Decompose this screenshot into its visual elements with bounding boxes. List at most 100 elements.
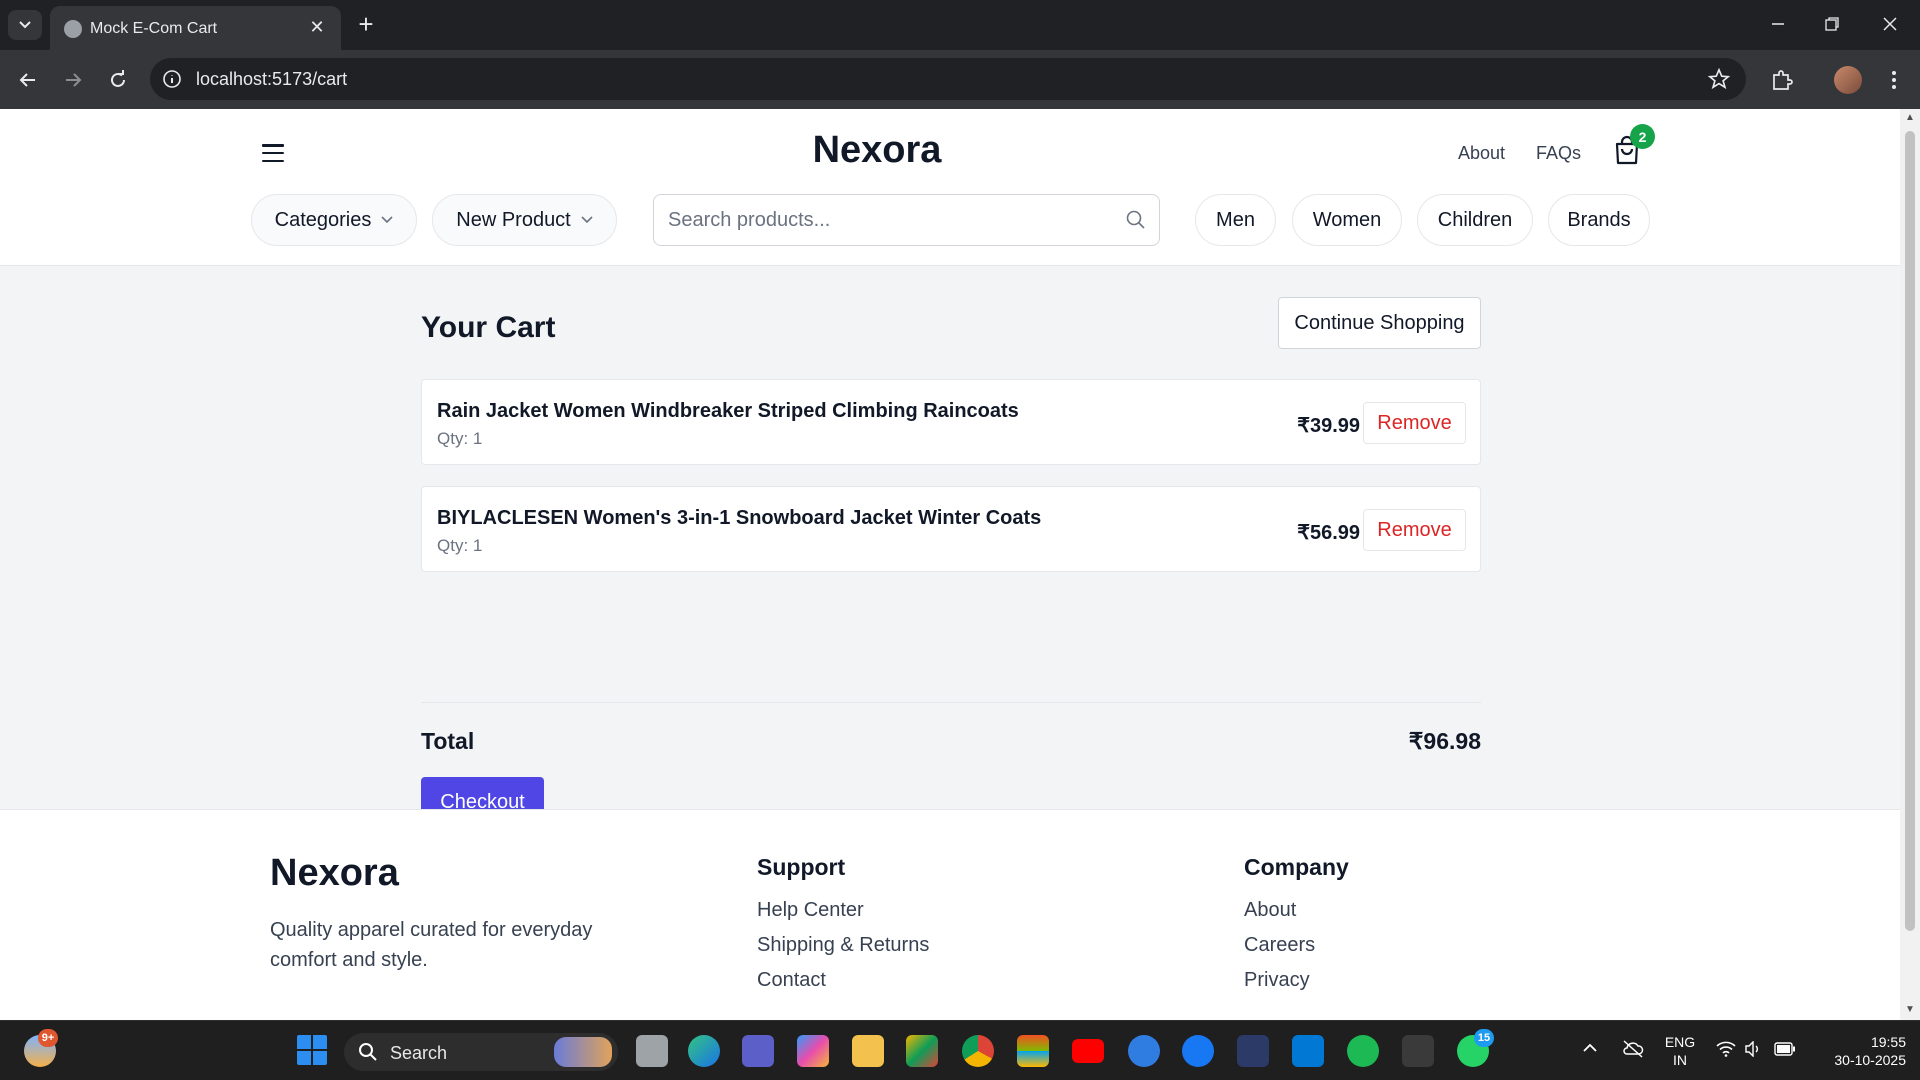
task-view-icon[interactable] [636,1035,668,1067]
categories-label: Categories [274,208,372,231]
footer-link-contact[interactable]: Contact [757,969,826,992]
browser-tab[interactable]: Mock E-Com Cart ✕ [50,6,341,50]
arrow-left-icon [19,73,35,87]
nav-link-about[interactable]: About [1458,143,1505,164]
browser-menu-button[interactable] [1878,64,1910,96]
footer-support-title: Support [757,854,846,880]
close-icon [1883,17,1897,31]
tab-search-button[interactable] [8,10,42,40]
language-label: ENG [1664,1034,1696,1050]
chrome-icon[interactable] [962,1035,994,1067]
search-highlight-icon [554,1037,612,1067]
item-price: ₹39.99 [1297,415,1360,437]
windows-start-icon[interactable] [297,1035,327,1065]
browser-toolbar: localhost:5173/cart [0,50,1920,109]
browser-tab-bar: Mock E-Com Cart ✕ + [0,0,1920,50]
footer-link-careers[interactable]: Careers [1244,934,1315,957]
item-name: BIYLACLESEN Women's 3-in-1 Snowboard Jac… [437,507,1042,529]
footer-link-about[interactable]: About [1244,899,1296,922]
microsoft-store-icon[interactable] [1017,1035,1049,1067]
app-icon[interactable] [906,1035,938,1067]
minimize-icon [1772,23,1784,25]
search-box [653,194,1160,246]
filter-children[interactable]: Children [1417,194,1533,246]
star-icon[interactable] [1708,68,1730,90]
footer-link-help-center[interactable]: Help Center [757,899,864,922]
more-vertical-icon [1892,71,1896,89]
footer-tagline: Quality apparel curated for everyday com… [270,919,593,971]
filter-brands[interactable]: Brands [1548,194,1650,246]
sql-server-icon[interactable] [1237,1035,1269,1067]
vertical-scrollbar[interactable]: ▲ ▼ [1900,109,1920,1020]
youtube-icon[interactable] [1072,1039,1104,1063]
scroll-down-arrow[interactable]: ▼ [1905,1005,1915,1015]
profile-avatar[interactable] [1834,66,1862,94]
total-label: Total [421,728,475,754]
teams-icon[interactable] [742,1035,774,1067]
clock-date: 30-10-2025 [1834,1052,1906,1068]
spotify-icon[interactable] [1347,1035,1379,1067]
file-explorer-icon[interactable] [852,1035,884,1067]
help-icon[interactable] [1128,1035,1160,1067]
footer-brand: Nexora [270,852,399,894]
whatsapp-badge: 15 [1474,1029,1494,1047]
battery-icon[interactable] [1774,1042,1796,1056]
copilot-icon[interactable] [797,1035,829,1067]
chevron-up-icon[interactable] [1582,1043,1598,1053]
close-tab-icon[interactable]: ✕ [307,17,327,37]
new-product-dropdown[interactable]: New Product [432,194,617,246]
filter-women[interactable]: Women [1292,194,1402,246]
cart-item: BIYLACLESEN Women's 3-in-1 Snowboard Jac… [421,486,1481,572]
info-icon[interactable] [162,69,182,89]
item-qty: Qty: 1 [437,536,483,555]
footer-link-privacy[interactable]: Privacy [1244,969,1310,992]
categories-dropdown[interactable]: Categories [251,194,417,246]
reload-button[interactable] [102,64,134,96]
address-bar[interactable]: localhost:5173/cart [150,58,1746,100]
search-input[interactable] [668,195,1108,245]
divider [421,702,1481,703]
remove-button[interactable]: Remove [1363,402,1466,444]
tab-title: Mock E-Com Cart [90,20,218,37]
restore-button[interactable] [1810,8,1854,40]
footer-link-shipping-returns[interactable]: Shipping & Returns [757,934,929,957]
minimize-button[interactable] [1756,8,1800,40]
cloud-off-icon[interactable] [1622,1039,1644,1059]
app-cube-icon[interactable] [1402,1035,1434,1067]
nav-link-faqs[interactable]: FAQs [1536,143,1581,164]
facebook-icon[interactable] [1182,1035,1214,1067]
volume-icon[interactable] [1744,1041,1762,1057]
scroll-up-arrow[interactable]: ▲ [1905,113,1915,123]
item-price: ₹56.99 [1297,522,1360,544]
edge-icon[interactable] [688,1035,720,1067]
reload-icon [111,70,125,87]
footer-company-title: Company [1244,854,1349,880]
back-button[interactable] [12,64,44,96]
chevron-down-icon [381,216,393,224]
scrollbar-thumb[interactable] [1905,131,1915,931]
filter-men[interactable]: Men [1195,194,1276,246]
clock[interactable]: 19:55 30-10-2025 [1812,1033,1906,1069]
forward-button[interactable] [57,64,89,96]
clock-time: 19:55 [1870,1034,1906,1050]
taskbar-search[interactable]: Search [344,1033,618,1071]
vscode-icon[interactable] [1292,1035,1324,1067]
weather-badge: 9+ [38,1029,58,1047]
search-icon[interactable] [1125,209,1147,231]
continue-shopping-button[interactable]: Continue Shopping [1278,297,1481,349]
new-tab-button[interactable]: + [352,11,380,39]
url-text[interactable]: localhost:5173/cart [196,69,347,90]
item-name: Rain Jacket Women Windbreaker Striped Cl… [437,400,1019,422]
globe-icon [64,20,82,38]
close-window-button[interactable] [1868,8,1912,40]
page-viewport: Nexora About FAQs 2 Categories New Produ… [0,109,1900,1020]
arrow-right-icon [66,73,82,87]
chevron-down-icon [581,216,593,224]
wifi-icon[interactable] [1716,1041,1736,1057]
restore-icon [1825,17,1839,31]
language-indicator[interactable]: ENG IN [1660,1033,1700,1069]
page-title: Your Cart [421,311,556,344]
cart-count-badge: 2 [1630,124,1655,149]
extensions-button[interactable] [1766,64,1798,96]
remove-button[interactable]: Remove [1363,509,1466,551]
